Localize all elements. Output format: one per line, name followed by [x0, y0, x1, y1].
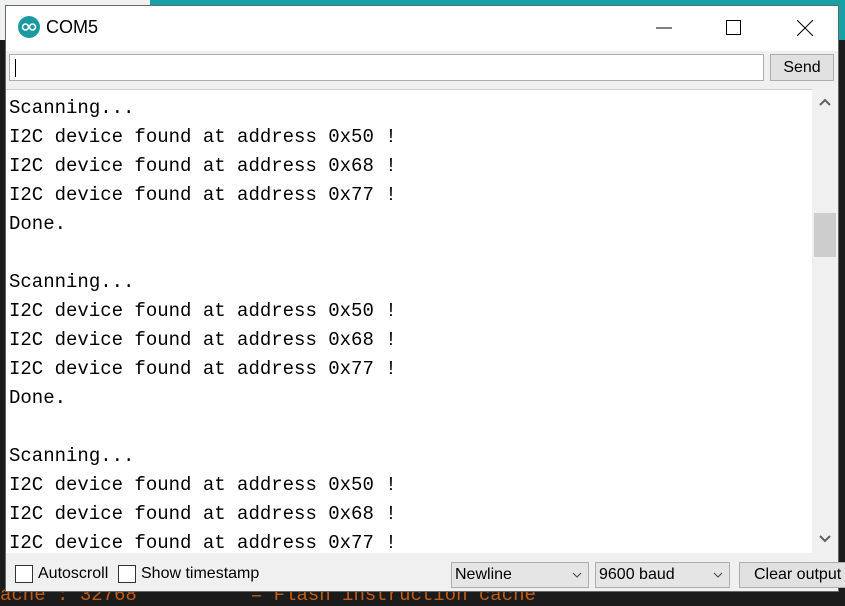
show-timestamp-label: Show timestamp — [141, 565, 260, 582]
show-timestamp-checkbox[interactable] — [118, 565, 136, 583]
bottom-bar: Autoscroll Show timestamp Newline 9600 b… — [6, 556, 845, 593]
output-line: I2C device found at address 0x50 ! — [9, 300, 397, 322]
baud-rate-select[interactable]: 9600 baud — [595, 562, 730, 588]
serial-output: Scanning... I2C device found at address 0… — [6, 89, 812, 553]
vertical-scrollbar[interactable] — [812, 89, 838, 552]
chevron-down-icon — [572, 572, 582, 578]
serial-input[interactable] — [9, 54, 764, 81]
output-line: Scanning... — [9, 445, 135, 467]
output-line: I2C device found at address 0x77 ! — [9, 358, 397, 380]
close-icon — [797, 20, 813, 36]
serial-monitor-window: COM5 Send Scanning... I2C device found at… — [5, 5, 845, 593]
title-bar[interactable]: COM5 — [6, 6, 838, 51]
minimize-button[interactable] — [641, 6, 687, 51]
output-line: I2C device found at address 0x77 ! — [9, 184, 397, 206]
output-line: I2C device found at address 0x68 ! — [9, 329, 397, 351]
clear-output-button[interactable]: Clear output — [739, 562, 845, 588]
window-title: COM5 — [46, 17, 99, 37]
output-line: I2C device found at address 0x68 ! — [9, 503, 397, 525]
maximize-button[interactable] — [711, 6, 757, 51]
scrollbar-thumb[interactable] — [814, 213, 836, 257]
autoscroll-label: Autoscroll — [38, 565, 109, 582]
output-line: I2C device found at address 0x50 ! — [9, 474, 397, 496]
line-ending-select[interactable]: Newline — [451, 562, 589, 588]
text-caret — [15, 59, 16, 77]
close-button[interactable] — [782, 6, 828, 51]
chevron-down-icon — [713, 572, 723, 578]
output-line: I2C device found at address 0x77 ! — [9, 532, 397, 553]
output-line: Done. — [9, 213, 67, 235]
output-line: Scanning... — [9, 271, 135, 293]
output-line: Scanning... — [9, 97, 135, 119]
arduino-logo-icon — [18, 16, 40, 38]
maximize-icon — [726, 20, 741, 35]
baud-rate-value: 9600 baud — [599, 566, 675, 583]
output-line: Done. — [9, 387, 67, 409]
line-ending-value: Newline — [455, 566, 512, 583]
output-line: I2C device found at address 0x50 ! — [9, 126, 397, 148]
minimize-icon — [656, 27, 672, 29]
output-line: I2C device found at address 0x68 ! — [9, 155, 397, 177]
scroll-down-icon[interactable] — [818, 532, 832, 546]
autoscroll-checkbox[interactable] — [15, 565, 33, 583]
scroll-up-icon[interactable] — [818, 95, 832, 109]
send-button[interactable]: Send — [770, 54, 834, 81]
